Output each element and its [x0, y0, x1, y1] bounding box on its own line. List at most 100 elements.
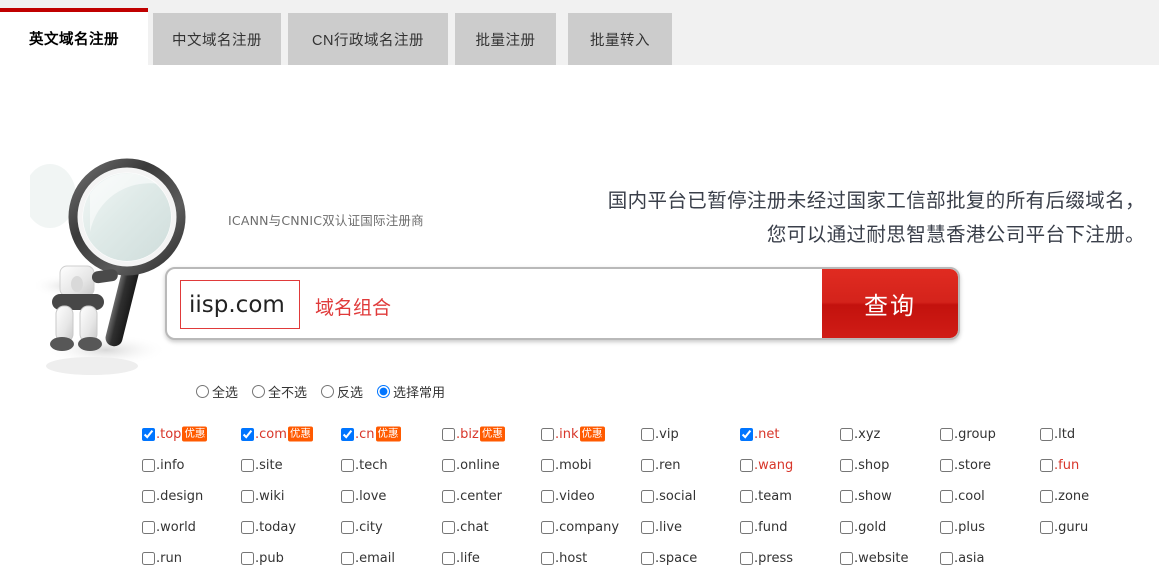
tld-option[interactable]: .mobi: [541, 458, 592, 473]
tld-checkbox[interactable]: [341, 428, 354, 441]
tld-checkbox[interactable]: [541, 490, 554, 503]
tld-checkbox[interactable]: [241, 521, 254, 534]
tld-checkbox[interactable]: [241, 490, 254, 503]
selection-mode-radio[interactable]: [321, 385, 335, 398]
tld-option[interactable]: .space: [641, 551, 697, 566]
tld-option[interactable]: .wang: [740, 458, 793, 473]
tld-option[interactable]: .live: [641, 520, 682, 535]
tld-checkbox[interactable]: [241, 459, 254, 472]
tld-option[interactable]: .team: [740, 489, 792, 504]
tab-3[interactable]: 批量注册: [455, 13, 556, 65]
tld-checkbox[interactable]: [940, 552, 953, 565]
tld-option[interactable]: .company: [541, 520, 619, 535]
tld-option[interactable]: .site: [241, 458, 283, 473]
tld-option[interactable]: .design: [142, 489, 203, 504]
tld-option[interactable]: .com 优惠: [241, 426, 313, 442]
tld-option[interactable]: .pub: [241, 551, 284, 566]
selection-mode-radio[interactable]: [252, 385, 266, 398]
tld-option[interactable]: .social: [641, 489, 696, 504]
tld-option[interactable]: .gold: [840, 520, 886, 535]
tld-checkbox[interactable]: [940, 490, 953, 503]
tld-option[interactable]: .cool: [940, 489, 985, 504]
tld-option[interactable]: .group: [940, 427, 996, 442]
tld-checkbox[interactable]: [1040, 428, 1053, 441]
selection-mode-radio[interactable]: [196, 385, 209, 398]
selection-mode-1[interactable]: 全不选: [252, 382, 307, 401]
tld-checkbox[interactable]: [341, 552, 354, 565]
tld-checkbox[interactable]: [641, 552, 654, 565]
tld-checkbox[interactable]: [442, 521, 455, 534]
tld-option[interactable]: .biz 优惠: [442, 426, 505, 442]
selection-mode-3[interactable]: 选择常用: [377, 382, 445, 401]
tld-option[interactable]: .plus: [940, 520, 985, 535]
tld-option[interactable]: .city: [341, 520, 383, 535]
tld-option[interactable]: .love: [341, 489, 386, 504]
tld-checkbox[interactable]: [840, 428, 853, 441]
tld-checkbox[interactable]: [442, 552, 455, 565]
tld-option[interactable]: .chat: [442, 520, 489, 535]
tld-checkbox[interactable]: [641, 490, 654, 503]
tld-option[interactable]: .run: [142, 551, 182, 566]
selection-mode-0[interactable]: 全选: [196, 382, 238, 401]
tld-checkbox[interactable]: [740, 521, 753, 534]
tld-checkbox[interactable]: [740, 552, 753, 565]
tld-checkbox[interactable]: [840, 490, 853, 503]
tld-option[interactable]: .shop: [840, 458, 889, 473]
tld-option[interactable]: .zone: [1040, 489, 1089, 504]
tld-checkbox[interactable]: [142, 490, 155, 503]
tld-checkbox[interactable]: [840, 552, 853, 565]
tld-option[interactable]: .tech: [341, 458, 388, 473]
tld-checkbox[interactable]: [142, 521, 155, 534]
tld-option[interactable]: .xyz: [840, 427, 880, 442]
tld-option[interactable]: .world: [142, 520, 196, 535]
tld-checkbox[interactable]: [641, 459, 654, 472]
tld-checkbox[interactable]: [740, 459, 753, 472]
tld-option[interactable]: .top 优惠: [142, 426, 208, 442]
tld-checkbox[interactable]: [541, 459, 554, 472]
tld-option[interactable]: .net: [740, 427, 779, 442]
tld-checkbox[interactable]: [442, 490, 455, 503]
tld-option[interactable]: .fund: [740, 520, 787, 535]
tld-checkbox[interactable]: [940, 521, 953, 534]
tld-option[interactable]: .guru: [1040, 520, 1088, 535]
tld-checkbox[interactable]: [1040, 459, 1053, 472]
tld-checkbox[interactable]: [940, 428, 953, 441]
tld-checkbox[interactable]: [341, 521, 354, 534]
tld-checkbox[interactable]: [740, 428, 753, 441]
tld-checkbox[interactable]: [142, 459, 155, 472]
tld-checkbox[interactable]: [442, 428, 455, 441]
tld-checkbox[interactable]: [641, 521, 654, 534]
tld-option[interactable]: .ren: [641, 458, 680, 473]
tld-option[interactable]: .today: [241, 520, 296, 535]
tld-option[interactable]: .website: [840, 551, 909, 566]
tab-1[interactable]: 中文域名注册: [153, 13, 281, 65]
tld-option[interactable]: .video: [541, 489, 595, 504]
tld-checkbox[interactable]: [740, 490, 753, 503]
tld-checkbox[interactable]: [1040, 490, 1053, 503]
tld-option[interactable]: .life: [442, 551, 480, 566]
tld-checkbox[interactable]: [1040, 521, 1053, 534]
tld-option[interactable]: .asia: [940, 551, 984, 566]
search-button[interactable]: 查询: [822, 269, 958, 338]
tab-4[interactable]: 批量转入: [568, 13, 672, 65]
selection-mode-radio[interactable]: [377, 385, 391, 398]
tld-option[interactable]: .fun: [1040, 458, 1079, 473]
tld-option[interactable]: .press: [740, 551, 793, 566]
domain-combination-link[interactable]: 域名组合: [315, 293, 391, 320]
tld-checkbox[interactable]: [840, 459, 853, 472]
domain-search-input[interactable]: [180, 280, 300, 329]
selection-mode-2[interactable]: 反选: [321, 382, 363, 401]
tld-option[interactable]: .center: [442, 489, 502, 504]
tab-0[interactable]: 英文域名注册: [0, 8, 148, 65]
tld-option[interactable]: .ltd: [1040, 427, 1075, 442]
tld-checkbox[interactable]: [541, 521, 554, 534]
tab-2[interactable]: CN行政域名注册: [288, 13, 448, 65]
tld-option[interactable]: .ink 优惠: [541, 426, 605, 442]
tld-option[interactable]: .store: [940, 458, 991, 473]
tld-checkbox[interactable]: [641, 428, 654, 441]
tld-checkbox[interactable]: [940, 459, 953, 472]
tld-checkbox[interactable]: [541, 552, 554, 565]
tld-option[interactable]: .show: [840, 489, 892, 504]
tld-checkbox[interactable]: [241, 552, 254, 565]
tld-checkbox[interactable]: [142, 428, 155, 441]
